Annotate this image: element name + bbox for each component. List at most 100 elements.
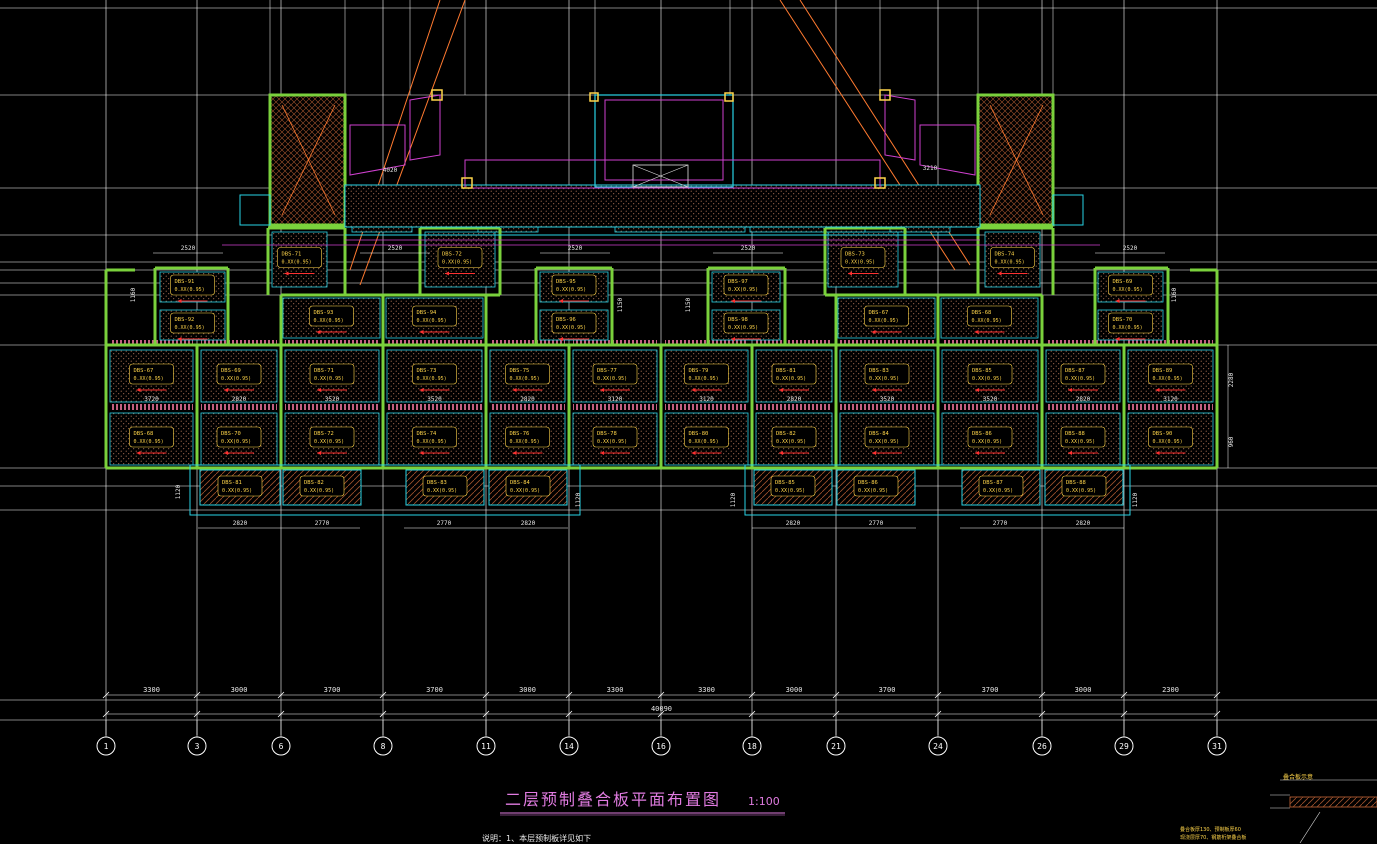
axis-label: 3 [195,742,200,751]
dim-spacing: 3000 [231,686,248,694]
balcony-panel: DBS-84 0.XX(0.95) [488,469,568,506]
panel-sub: 0.XX(0.95) [510,376,540,382]
slab-panel: DBS-85 0.XX(0.95) [941,349,1039,403]
dim-bottom: 2770 [315,520,330,527]
panel-sub: 0.XX(0.95) [995,260,1025,266]
slab-section-legend [1270,779,1377,843]
panel-sub: 0.XX(0.95) [442,260,472,266]
panel-sub: 0.XX(0.95) [869,376,899,382]
joint-strip [1128,404,1213,410]
panel-sub: 0.XX(0.95) [1066,488,1096,494]
panel-tag: DBS-87 [1065,368,1085,374]
axis-bubble: 3 [187,720,207,756]
slab-panel: DBS-78 0.XX(0.95) [572,412,658,466]
panel-tag: DBS-84 [510,480,531,486]
axis-bubble: 11 [476,720,496,756]
axis-label: 8 [381,742,386,751]
panel-tag: DBS-76 [510,431,530,437]
panel-tag: DBS-90 [1153,431,1173,437]
panel-sub: 0.XX(0.95) [845,260,875,266]
slab-panel: DBS-73 0.XX(0.95) [386,349,483,403]
slab-panel: DBS-80 0.XX(0.95) [664,412,749,466]
slab-panel: DBS-98 0.XX(0.95) [711,309,781,341]
slab-panel: DBS-97 0.XX(0.95) [711,271,781,303]
dim-vertical: 1120 [575,492,582,507]
slab-panel: DBS-76 0.XX(0.95) [489,412,566,466]
panel-sub: 0.XX(0.95) [776,439,806,445]
panel-sub: 0.XX(0.95) [597,439,627,445]
joint-strip [942,404,1038,410]
panel-sub: 0.XX(0.95) [1153,376,1183,382]
slab-panel: DBS-96 0.XX(0.95) [539,309,609,341]
dim-mid: 3520 [880,396,895,403]
panel-tag: DBS-72 [314,431,334,437]
slab-panel: DBS-68 0.XX(0.95) [940,297,1039,339]
dim-top: 2520 [568,245,583,252]
panel-tag: DBS-83 [869,368,889,374]
panel-sub: 0.XX(0.95) [1065,376,1095,382]
drawing-scale: 1:100 [748,795,780,808]
dim-spacing: 3300 [607,686,624,694]
axis-label: 16 [656,742,666,751]
panel-sub: 0.XX(0.95) [983,488,1013,494]
slab-panel: DBS-71 0.XX(0.95) [284,349,380,403]
axis-label: 11 [481,742,491,751]
panel-tag: DBS-79 [689,368,709,374]
panel-tag: DBS-97 [728,279,748,285]
balcony-panel: DBS-83 0.XX(0.95) [405,469,485,506]
legend-note-2: 现浇层厚70、钢筋桁架叠合板 [1180,835,1247,841]
dim-mid: 2820 [787,396,802,403]
panel-sub: 0.XX(0.95) [314,318,344,324]
dim-mid: 3120 [699,396,714,403]
axis-label: 6 [279,742,284,751]
dim-bottom: 2770 [437,520,452,527]
joint-strip [756,404,832,410]
panel-tag: DBS-70 [1113,317,1133,323]
drawing-title: 二层预制叠合板平面布置图 [505,790,722,809]
slab-panel: DBS-94 0.XX(0.95) [385,297,484,339]
panel-sub: 0.XX(0.95) [314,376,344,382]
slab-panel: DBS-75 0.XX(0.95) [489,349,566,403]
panel-sub: 0.XX(0.95) [776,376,806,382]
axis-label: 29 [1119,742,1129,751]
panel-sub: 0.XX(0.95) [689,439,719,445]
dim-vertical: 1120 [175,484,182,499]
drawing-note: 说明：1、本层预制板详见如下 [482,834,592,843]
panel-sub: 0.XX(0.95) [556,325,586,331]
joint-strip [840,404,934,410]
balcony-panel: DBS-87 0.XX(0.95) [961,469,1041,506]
panel-tag: DBS-93 [314,310,334,316]
panel-tag: DBS-67 [134,368,154,374]
panel-tag: DBS-87 [983,480,1003,486]
panel-sub: 0.XX(0.95) [222,488,252,494]
joint-strip [201,404,277,410]
panel-tag: DBS-73 [417,368,437,374]
panel-sub: 0.XX(0.95) [427,488,457,494]
slab-panel: DBS-67 0.XX(0.95) [837,297,936,339]
axis-label: 18 [747,742,757,751]
panel-sub: 0.XX(0.95) [314,439,344,445]
panel-sub: 0.XX(0.95) [510,439,540,445]
cad-drawing-canvas[interactable]: DBS-67 0.XX(0.95) DBS-68 0.XX(0.95) DBS-69 0.… [0,0,1377,843]
joint-strip [573,404,657,410]
panel-tag: DBS-80 [689,431,709,437]
panel-sub: 0.XX(0.95) [858,488,888,494]
dim-mid: 2820 [1076,396,1091,403]
slab-panel: DBS-87 0.XX(0.95) [1045,349,1121,403]
panel-sub: 0.XX(0.95) [417,376,447,382]
panel-sub: 0.XX(0.95) [417,439,447,445]
dim-vertical: 1120 [1132,492,1139,507]
balcony-panel: DBS-85 0.XX(0.95) [753,469,833,506]
panel-tag: DBS-71 [282,252,302,258]
dim-mid: 3520 [427,396,442,403]
panel-tag: DBS-86 [858,480,878,486]
panel-tag: DBS-82 [776,431,796,437]
dim-mid: 2820 [520,396,535,403]
slab-panel: DBS-86 0.XX(0.95) [941,412,1039,466]
axis-bubble: 31 [1207,720,1227,756]
panel-sub: 0.XX(0.95) [972,439,1002,445]
panel-tag: DBS-74 [417,431,438,437]
joint-strip [1046,404,1120,410]
slab-panel: DBS-69 0.XX(0.95) [200,349,278,403]
panel-tag: DBS-88 [1065,431,1085,437]
